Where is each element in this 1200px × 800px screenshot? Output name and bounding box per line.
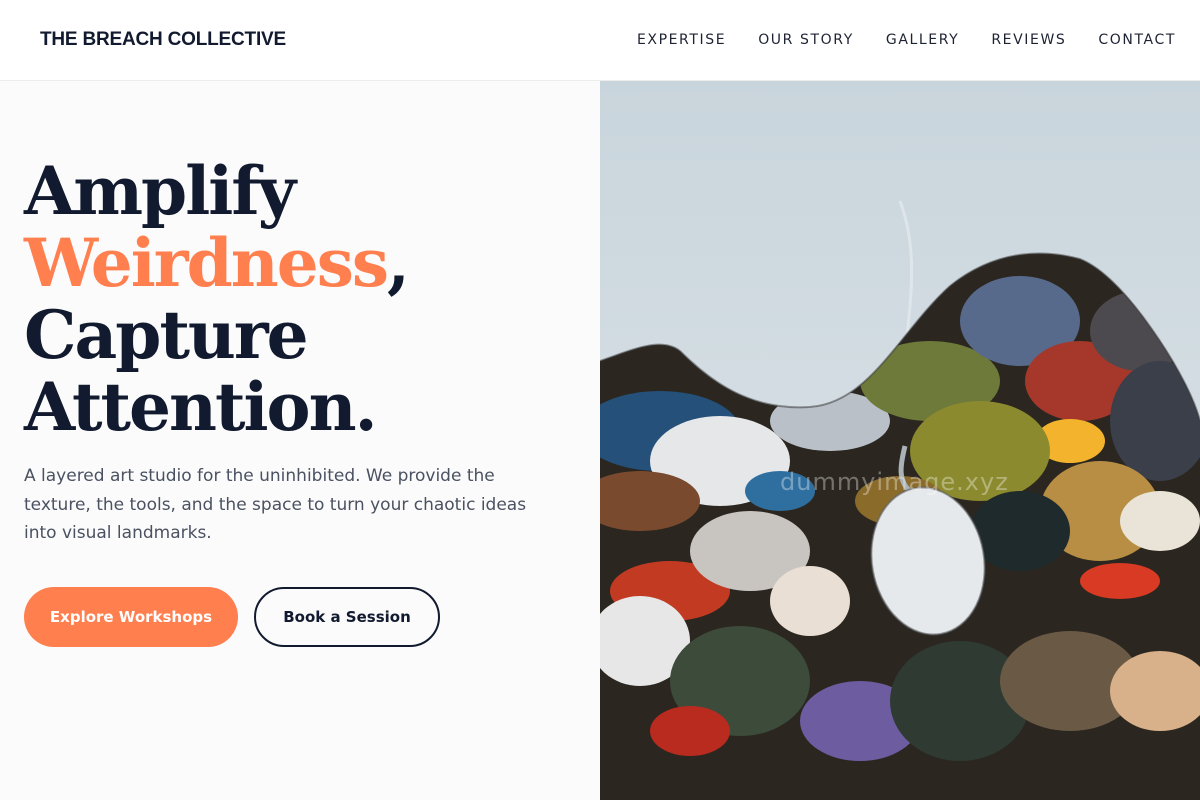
book-session-button[interactable]: Book a Session [254, 587, 440, 647]
paint-palette-illustration [600, 81, 1200, 800]
main-nav: EXPERTISE OUR STORY GALLERY REVIEWS CONT… [637, 32, 1176, 48]
site-header: THE BREACH COLLECTIVE EXPERTISE OUR STOR… [0, 0, 1200, 81]
nav-link-reviews[interactable]: REVIEWS [991, 32, 1066, 48]
hero-headline: Amplify Weirdness, Capture Attention. [24, 152, 410, 446]
nav-link-gallery[interactable]: GALLERY [886, 32, 959, 48]
headline-accent-word: Weirdness [24, 224, 389, 302]
nav-link-our-story[interactable]: OUR STORY [758, 32, 854, 48]
nav-link-contact[interactable]: CONTACT [1098, 32, 1176, 48]
image-watermark: dummyimage.xyz [780, 468, 1009, 496]
brand-logo[interactable]: THE BREACH COLLECTIVE [40, 29, 286, 51]
headline-comma: , [387, 224, 410, 302]
headline-line-4: Attention. [24, 368, 378, 446]
explore-workshops-button[interactable]: Explore Workshops [24, 587, 238, 647]
headline-line-3: Capture [24, 296, 309, 374]
nav-link-expertise[interactable]: EXPERTISE [637, 32, 726, 48]
hero-description: A layered art studio for the uninhibited… [24, 466, 527, 543]
headline-line-1: Amplify [24, 152, 296, 230]
hero-palette-image [600, 81, 1200, 800]
